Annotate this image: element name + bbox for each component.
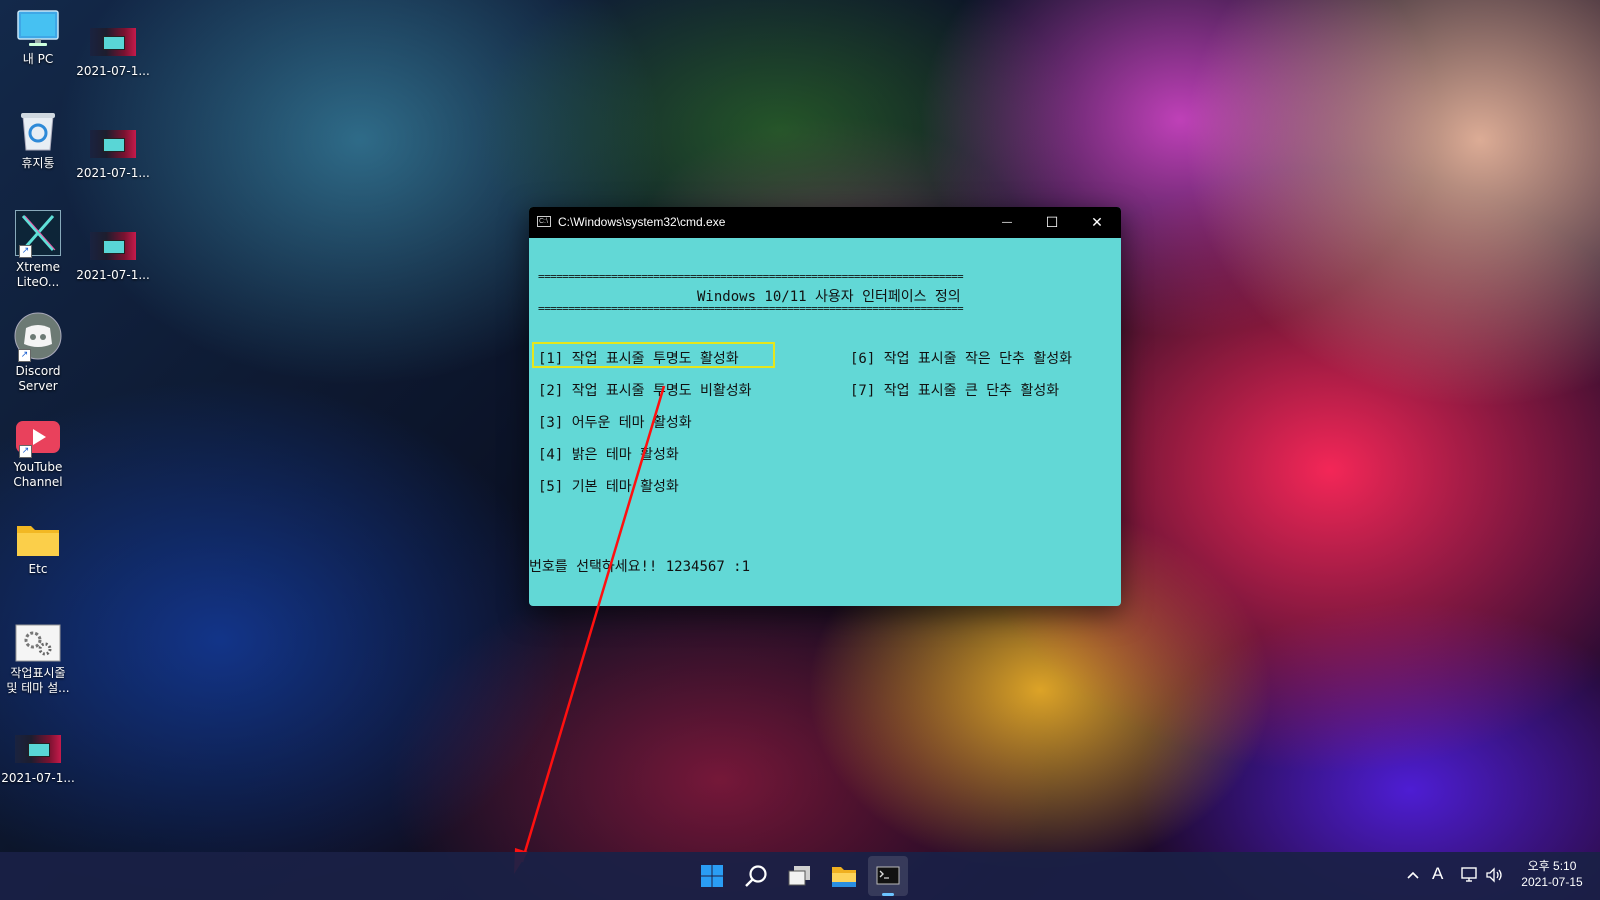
taskbar-search-button[interactable] — [736, 856, 776, 896]
desktop-icon-label: 2021-07-1... — [1, 771, 75, 785]
separator-line: ========================================… — [538, 302, 964, 315]
running-indicator — [882, 893, 894, 896]
desktop-icon-label: 휴지통 — [21, 156, 55, 170]
cmd-app-icon: C:\ — [537, 216, 551, 227]
input-method-indicator[interactable]: A — [1432, 864, 1443, 884]
menu-option-3: [3] 어두운 테마 활성화 — [538, 415, 692, 431]
recycle-bin-icon — [18, 110, 58, 152]
console-output[interactable]: ========================================… — [529, 238, 1121, 606]
network-icon[interactable] — [1460, 865, 1480, 885]
desktop-icon-screenshot[interactable]: 2021-07-1... — [75, 122, 151, 181]
desktop-icon-screenshot[interactable]: 2021-07-1... — [0, 735, 76, 786]
desktop-icon-my-pc[interactable]: 내 PC — [0, 10, 76, 67]
search-icon — [745, 865, 767, 887]
desktop-icon-label: 2021-07-1... — [76, 268, 150, 282]
xtreme-logo-icon: ↗ — [15, 210, 61, 258]
desktop-icon-etc-folder[interactable]: Etc — [0, 520, 76, 577]
menu-option-2: [2] 작업 표시줄 투명도 비활성화 — [538, 383, 752, 399]
cmd-titlebar[interactable]: C:\ C:\Windows\system32\cmd.exe — ☐ ✕ — [529, 207, 1121, 238]
cmd-window[interactable]: C:\ C:\Windows\system32\cmd.exe — ☐ ✕ ==… — [529, 207, 1121, 606]
desktop-icon-taskbar-theme-settings[interactable]: 작업표시줄 및 테마 설... — [0, 624, 76, 696]
clock-date: 2021-07-15 — [1521, 875, 1583, 889]
separator-line: ========================================… — [538, 270, 964, 283]
desktop-icon-youtube-channel[interactable]: ↗ YouTube Channel — [0, 420, 76, 490]
close-button[interactable]: ✕ — [1074, 207, 1120, 238]
clock[interactable]: 오후 5:10 2021-07-15 — [1512, 858, 1592, 890]
desktop-icon-label: 내 PC — [22, 52, 54, 66]
desktop: 내 PC 휴지통 ↗ Xtreme LiteO... ↗ Discord Ser… — [0, 0, 1600, 900]
menu-option-6: [6] 작업 표시줄 작은 단추 활성화 — [850, 351, 1072, 367]
image-thumbnail-icon — [15, 735, 61, 763]
maximize-button[interactable]: ☐ — [1029, 207, 1075, 238]
desktop-icon-recycle-bin[interactable]: 휴지통 — [0, 110, 76, 171]
menu-option-5: [5] 기본 테마 활성화 — [538, 479, 679, 495]
taskbar-start-button[interactable] — [692, 856, 732, 896]
image-thumbnail-icon — [90, 28, 136, 56]
shortcut-arrow-icon: ↗ — [18, 349, 31, 362]
folder-icon — [15, 520, 61, 558]
desktop-icon-label: Xtreme LiteO... — [15, 260, 61, 289]
cmd-window-title: C:\Windows\system32\cmd.exe — [558, 215, 726, 229]
taskbar-task-view-button[interactable] — [780, 856, 820, 896]
input-prompt[interactable]: 번호를 선택하세요!! 1234567 :1 — [529, 556, 750, 576]
desktop-icon-label: YouTube Channel — [13, 460, 63, 489]
cmd-terminal-icon — [876, 866, 900, 885]
shortcut-arrow-icon: ↗ — [19, 445, 32, 458]
desktop-icon-label: 작업표시줄 및 테마 설... — [6, 666, 70, 695]
desktop-icon-label: Etc — [28, 562, 48, 576]
menu-option-1: [1] 작업 표시줄 투명도 활성화 — [538, 351, 739, 367]
settings-gears-icon — [15, 624, 61, 662]
discord-icon: ↗ — [14, 312, 62, 362]
tray-overflow-chevron-icon[interactable] — [1403, 865, 1423, 885]
windows-start-icon — [701, 865, 723, 887]
image-thumbnail-icon — [90, 232, 136, 260]
desktop-icon-discord-server[interactable]: ↗ Discord Server — [0, 312, 76, 394]
shortcut-arrow-icon: ↗ — [19, 245, 32, 258]
desktop-icon-screenshot[interactable]: 2021-07-1... — [75, 224, 151, 283]
monitor-icon — [17, 10, 59, 48]
taskbar: A 오후 5:10 2021-07-15 — [0, 852, 1600, 900]
desktop-icon-screenshot[interactable]: 2021-07-1... — [75, 20, 151, 79]
desktop-icon-label: Discord Server — [15, 364, 61, 393]
image-thumbnail-icon — [90, 130, 136, 158]
youtube-icon: ↗ — [15, 420, 61, 458]
volume-icon[interactable] — [1484, 865, 1504, 885]
clock-time: 오후 5:10 — [1527, 859, 1577, 873]
taskbar-file-explorer-button[interactable] — [824, 856, 864, 896]
file-explorer-icon — [832, 867, 856, 887]
menu-option-7: [7] 작업 표시줄 큰 단추 활성화 — [850, 383, 1060, 399]
desktop-icon-label: 2021-07-1... — [76, 166, 150, 180]
minimize-button[interactable]: — — [984, 207, 1030, 238]
menu-option-4: [4] 밝은 테마 활성화 — [538, 447, 679, 463]
desktop-icon-xtreme-liteos[interactable]: ↗ Xtreme LiteO... — [0, 210, 76, 290]
desktop-icon-label: 2021-07-1... — [76, 64, 150, 78]
taskbar-cmd-button[interactable] — [868, 856, 908, 896]
task-view-icon — [788, 866, 810, 886]
